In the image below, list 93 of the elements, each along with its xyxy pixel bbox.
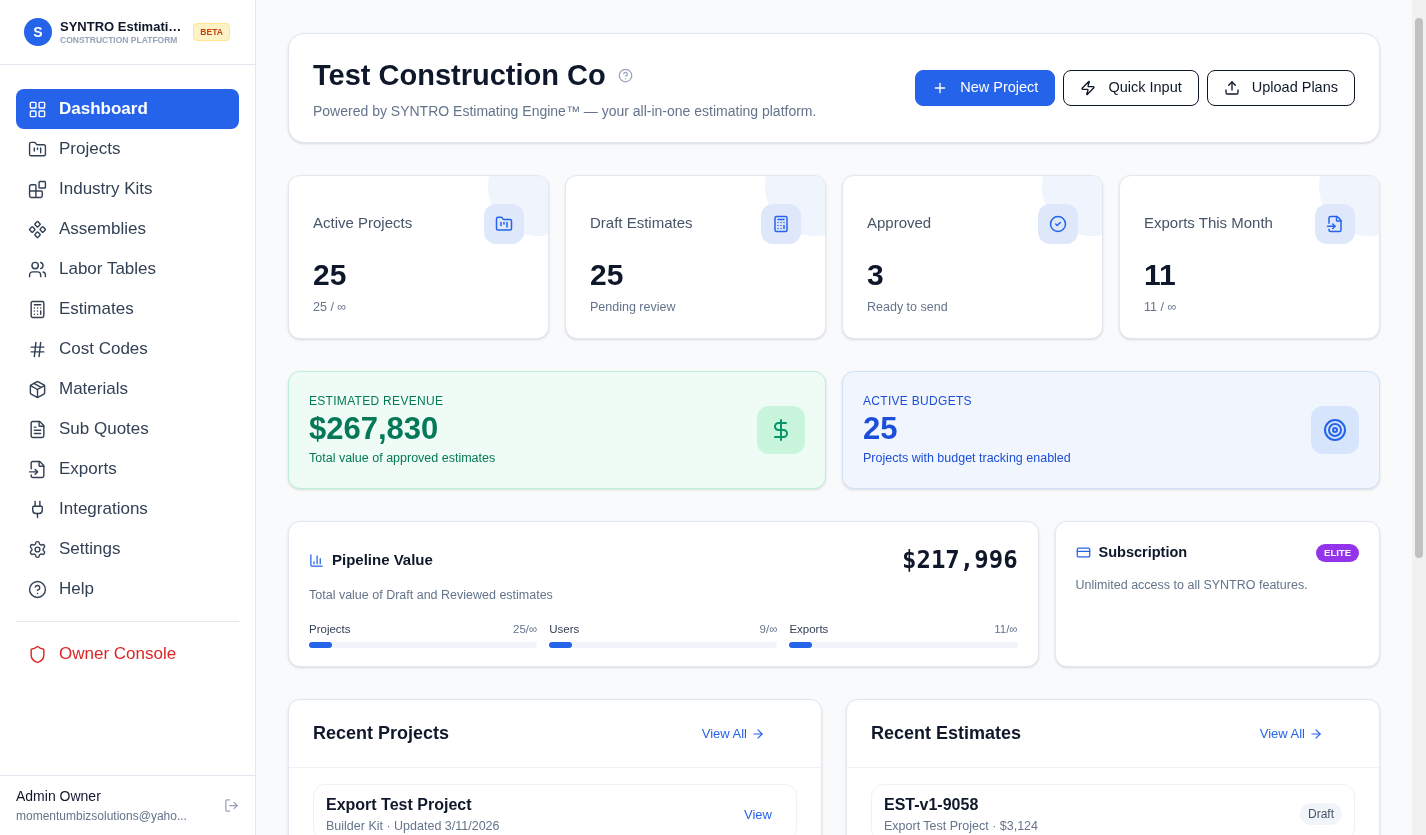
dollar-icon: [757, 406, 805, 454]
nav-item[interactable]: Assemblies: [16, 209, 239, 249]
list-item[interactable]: EST-v1-9058 Export Test Project · $3,124 Draft: [871, 784, 1355, 835]
stat-value: 25: [590, 257, 624, 293]
meter-label: Users: [549, 621, 580, 637]
dashboard-icon: [28, 99, 47, 119]
action-button[interactable]: Upload Plans: [1206, 70, 1355, 106]
view-button[interactable]: View: [732, 804, 784, 825]
action-button[interactable]: Quick Input: [1063, 70, 1199, 106]
nav-item[interactable]: Dashboard: [16, 89, 239, 129]
item-title: EST-v1-9058: [884, 795, 979, 815]
scrollbar[interactable]: [1412, 0, 1426, 835]
lightning-icon: [1080, 80, 1097, 96]
nav-item[interactable]: Integrations: [16, 489, 239, 529]
highlight-caption: Projects with budget tracking enabled: [863, 450, 1071, 467]
highlight-value: $267,830: [309, 410, 439, 449]
stat-caption: 11 / ∞: [1144, 298, 1177, 316]
beta-badge: BETA: [193, 22, 230, 42]
stat-value: 25: [313, 257, 347, 293]
folder-icon: [484, 204, 524, 244]
stat-value: 11: [1144, 257, 1176, 293]
highlight-label: ACTIVE BUDGETS: [863, 393, 972, 411]
card-title: Subscription: [1098, 543, 1188, 562]
view-all-link[interactable]: View All: [701, 723, 797, 744]
users-icon: [28, 259, 47, 279]
meter-reading: 11/∞: [994, 621, 1018, 637]
folder-icon: [28, 139, 47, 159]
pipeline-value: $217,996: [902, 545, 1018, 576]
file-arrow-icon: [28, 459, 47, 479]
calculator-icon: [28, 299, 47, 319]
stat-label: Draft Estimates: [590, 213, 693, 233]
help-icon: [28, 579, 47, 599]
subscription-text: Unlimited access to all SYNTRO features.: [1075, 576, 1308, 594]
document-icon: [28, 419, 47, 439]
settings-icon: [28, 539, 47, 559]
card-title: Pipeline Value: [332, 549, 433, 570]
stat-label: Exports This Month: [1144, 213, 1273, 233]
nav-item[interactable]: Cost Codes: [16, 329, 239, 369]
view-all-link[interactable]: View All: [1259, 723, 1355, 744]
stat-label: Approved: [867, 213, 932, 233]
target-icon: [1311, 406, 1359, 454]
page-subtitle: Powered by SYNTRO Estimating Engine™ — your all-in-one estimating platform.: [313, 102, 817, 122]
meter-reading: 9/∞: [759, 621, 778, 637]
stat-label: Active Projects: [313, 213, 413, 233]
nav-item[interactable]: Settings: [16, 529, 239, 569]
stat-caption: Pending review: [590, 298, 676, 316]
highlight-caption: Total value of approved estimates: [309, 450, 496, 467]
calculator-icon: [761, 204, 801, 244]
item-meta: Builder Kit · Updated 3/11/2026: [326, 818, 500, 835]
list-item[interactable]: Export Test Project Builder Kit · Updated 3/11/2026 View: [313, 784, 797, 835]
upload-icon: [1223, 80, 1240, 96]
status-tag: Draft: [1300, 803, 1342, 826]
nav-item[interactable]: Labor Tables: [16, 249, 239, 289]
nav-item[interactable]: Estimates: [16, 289, 239, 329]
highlight-label: ESTIMATED REVENUE: [309, 393, 444, 411]
action-button[interactable]: New Project: [915, 70, 1056, 106]
card-title: Recent Projects: [313, 722, 450, 745]
meter-reading: 25/∞: [513, 621, 538, 637]
stat-caption: Ready to send: [867, 298, 948, 316]
highlight-value: 25: [863, 410, 898, 449]
credit-card-icon: [1075, 545, 1091, 561]
shield-icon: [28, 644, 47, 664]
app-tagline: CONSTRUCTION PLATFORM: [60, 34, 179, 46]
page-title: Test Construction Co: [313, 57, 606, 93]
meter-label: Exports: [789, 621, 829, 637]
nav-item[interactable]: Sub Quotes: [16, 409, 239, 449]
item-title: Export Test Project: [326, 795, 472, 815]
stat-value: 3: [867, 257, 884, 293]
stat-caption: 25 / ∞: [313, 298, 347, 316]
nav-item[interactable]: Materials: [16, 369, 239, 409]
logout-icon[interactable]: [224, 798, 239, 813]
arrow-right-icon: [751, 726, 765, 741]
nav-item[interactable]: Industry Kits: [16, 169, 239, 209]
user-email: momentumbizsolutions@yaho...: [16, 808, 187, 825]
hash-icon: [28, 339, 47, 359]
card-title: Recent Estimates: [871, 722, 1022, 745]
blocks-icon: [28, 179, 47, 199]
chart-icon: [309, 552, 324, 568]
item-meta: Export Test Project · $3,124: [884, 818, 1039, 835]
nav-item[interactable]: Projects: [16, 129, 239, 169]
help-icon[interactable]: [617, 68, 633, 83]
file-arrow-icon: [1315, 204, 1355, 244]
logo-icon: S: [24, 18, 52, 46]
nav-item[interactable]: Exports: [16, 449, 239, 489]
package-icon: [28, 379, 47, 399]
plan-badge: ELITE: [1316, 543, 1359, 562]
nav-item[interactable]: Owner Console: [16, 634, 239, 674]
nav-item[interactable]: Help: [16, 569, 239, 609]
user-name: Admin Owner: [16, 787, 102, 806]
component-icon: [28, 219, 47, 239]
app-name: SYNTRO Estimati…: [60, 18, 182, 35]
meter-label: Projects: [309, 621, 351, 637]
card-subtitle: Total value of Draft and Reviewed estimates: [309, 587, 553, 604]
